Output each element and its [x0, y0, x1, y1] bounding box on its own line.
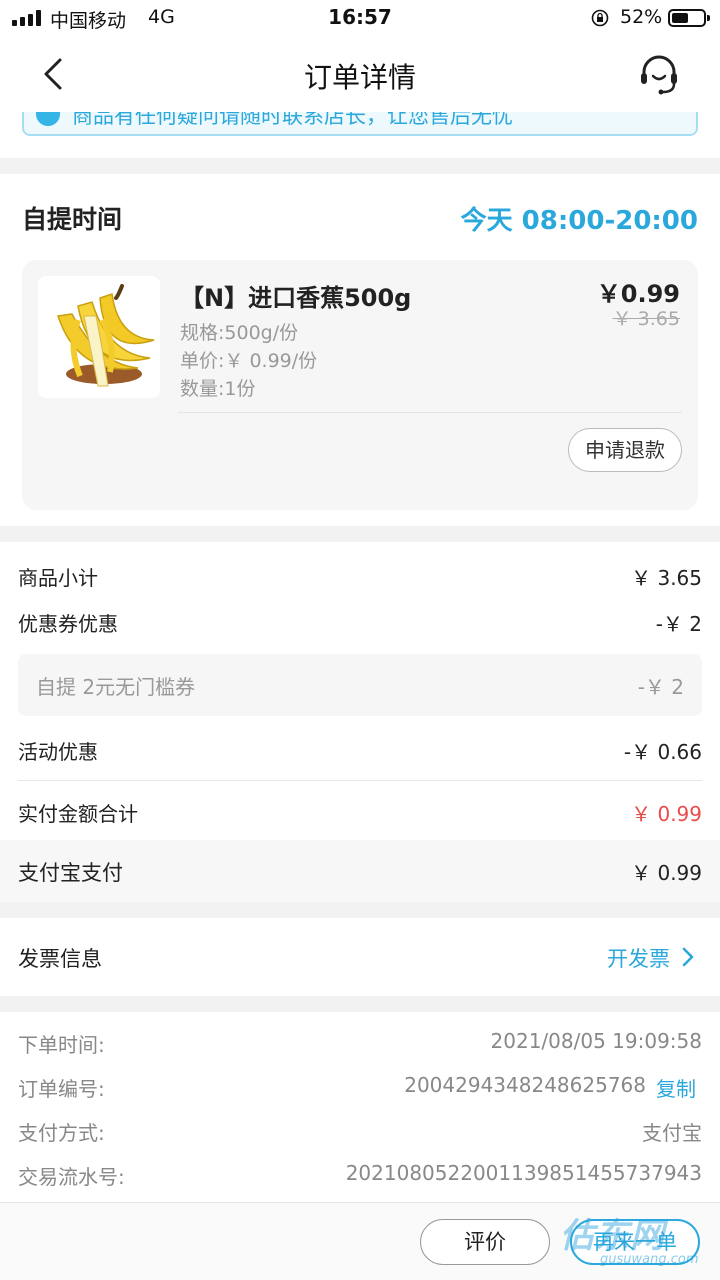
order-number-label: 订单编号: [18, 1077, 105, 1101]
divider [18, 780, 702, 781]
refund-button[interactable]: 申请退款 [568, 428, 682, 472]
total-value: ￥ 0.99 [631, 802, 702, 826]
payment-label: 支付宝支付 [18, 861, 123, 885]
chevron-right-icon[interactable] [680, 946, 696, 968]
payment-value: ￥ 0.99 [631, 861, 702, 885]
clock: 16:57 [328, 5, 392, 29]
order-time-value: 2021/08/05 19:09:58 [490, 1029, 702, 1053]
pickup-section: 自提时间 今天 08:00-20:00 【N】进口香蕉500g 规格:500g/… [0, 174, 720, 526]
activity-row: 活动优惠 -￥ 0.66 [0, 728, 720, 768]
coupon-detail-value: -￥ 2 [637, 675, 684, 699]
total-label: 实付金额合计 [18, 802, 138, 826]
nav-bar: 订单详情 [0, 38, 720, 112]
order-info: 下单时间: 2021/08/05 19:09:58 订单编号: 20042943… [0, 1012, 720, 1202]
status-bar: 中国移动 4G 16:57 52% [0, 0, 720, 38]
item-divider [178, 412, 682, 413]
invoice-row[interactable]: 发票信息 开发票 [0, 918, 720, 996]
info-icon [36, 112, 60, 126]
order-item[interactable]: 【N】进口香蕉500g 规格:500g/份 单价:￥ 0.99/份 数量:1份 … [22, 260, 698, 510]
product-quantity: 数量:1份 [180, 378, 256, 400]
product-image[interactable] [38, 276, 160, 398]
activity-label: 活动优惠 [18, 740, 98, 764]
invoice-label: 发票信息 [18, 947, 102, 971]
product-spec: 规格:500g/份 [180, 322, 299, 344]
subtotal-value: ￥ 3.65 [631, 566, 702, 590]
coupon-value: -￥ 2 [655, 612, 702, 636]
total-row: 实付金额合计 ￥ 0.99 [0, 790, 720, 830]
product-original-price: ￥ 3.65 [612, 308, 680, 330]
customer-service-icon[interactable] [636, 54, 682, 96]
invoice-action[interactable]: 开发票 [607, 943, 670, 973]
notice-text: 商品有任何疑问请随时联系店长，让您售后无忧 [72, 112, 513, 128]
product-unit-price: 单价:￥ 0.99/份 [180, 350, 318, 372]
orientation-lock-icon [591, 9, 609, 27]
page-title: 订单详情 [303, 61, 416, 94]
battery-icon [668, 9, 710, 27]
pay-method-label: 支付方式: [18, 1121, 105, 1145]
watermark-url: gusuwang.com [600, 1252, 699, 1267]
activity-value: -￥ 0.66 [623, 740, 702, 764]
subtotal-label: 商品小计 [18, 566, 98, 590]
notice-area: 商品有任何疑问请随时联系店长，让您售后无忧 [0, 112, 720, 158]
payment-row: 支付宝支付 ￥ 0.99 [0, 840, 720, 902]
order-time-label: 下单时间: [18, 1033, 105, 1057]
product-name[interactable]: 【N】进口香蕉500g [180, 278, 411, 313]
coupon-detail-label: 自提 2元无门槛券 [36, 675, 196, 699]
subtotal-row: 商品小计 ￥ 3.65 [0, 554, 720, 594]
pickup-time-value: 今天 08:00-20:00 [460, 206, 698, 236]
pay-method-value: 支付宝 [642, 1121, 702, 1145]
coupon-label: 优惠券优惠 [18, 612, 118, 636]
coupon-detail: 自提 2元无门槛券 -￥ 2 [18, 654, 702, 716]
rate-button[interactable]: 评价 [420, 1219, 550, 1265]
notice-banner: 商品有任何疑问请随时联系店长，让您售后无忧 [22, 112, 698, 136]
banana-image [57, 284, 155, 387]
battery-percent: 52% [620, 6, 663, 28]
watermark: 估东网 [560, 1216, 665, 1256]
serial-value: 2021080522001139851455737943 [345, 1161, 702, 1185]
copy-button[interactable]: 复制 [656, 1073, 696, 1102]
serial-label: 交易流水号: [18, 1165, 125, 1189]
order-number-value: 2004294348248625768 [404, 1073, 646, 1097]
coupon-row: 优惠券优惠 -￥ 2 [0, 600, 720, 640]
price-summary: 商品小计 ￥ 3.65 优惠券优惠 -￥ 2 自提 2元无门槛券 -￥ 2 活动… [0, 542, 720, 902]
pickup-time-label: 自提时间 [22, 205, 123, 234]
